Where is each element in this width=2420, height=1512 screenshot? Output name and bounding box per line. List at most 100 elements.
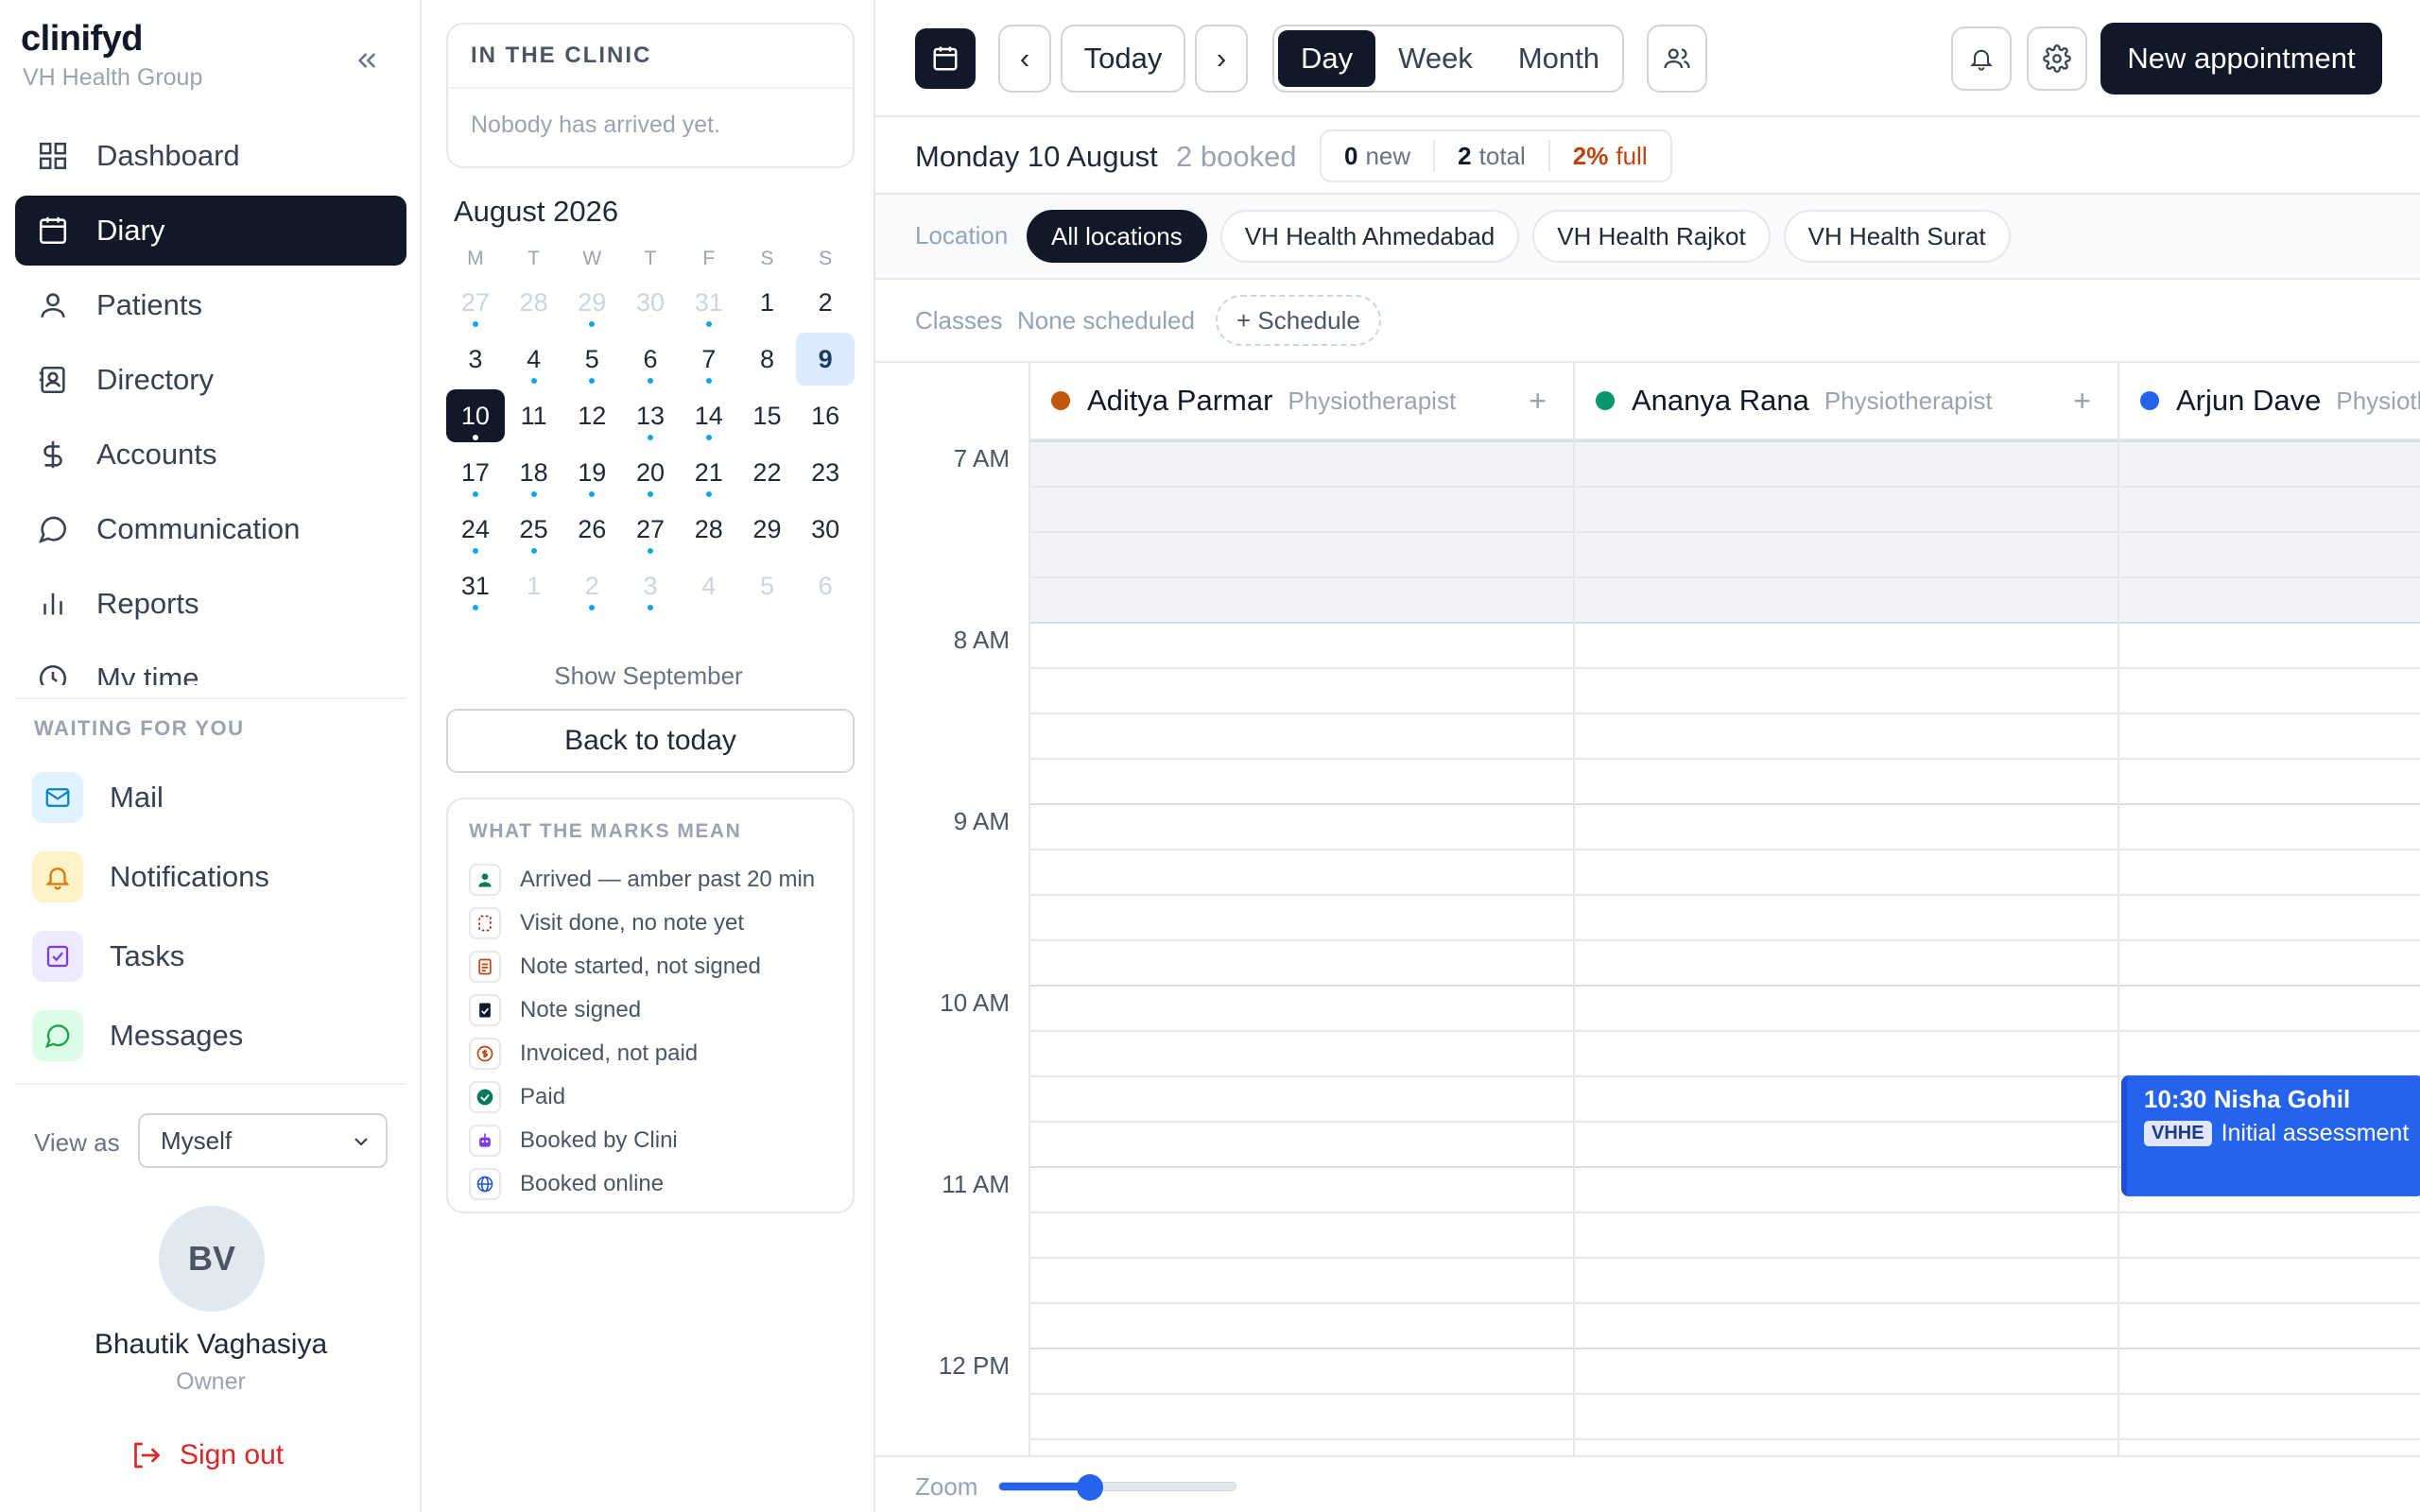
next-day-button[interactable]: › <box>1195 25 1248 93</box>
app-logo[interactable]: clinifyd <box>21 19 144 60</box>
time-slot[interactable] <box>1028 758 2420 803</box>
calendar-day[interactable]: 8 <box>738 333 797 386</box>
practitioners-button[interactable] <box>1647 25 1707 93</box>
view-as-select[interactable]: Myself <box>138 1113 388 1168</box>
show-next-month-link[interactable]: Show September <box>422 662 875 691</box>
time-slot[interactable] <box>1028 1393 2420 1438</box>
calendar-day[interactable]: 22 <box>738 446 797 499</box>
notifications-button[interactable] <box>1951 26 2012 91</box>
calendar-toggle-button[interactable] <box>915 28 976 89</box>
add-appointment-icon[interactable]: + <box>2073 384 2091 419</box>
calendar-day[interactable]: 27 <box>446 276 505 329</box>
time-slot[interactable] <box>1028 713 2420 758</box>
view-month-tab[interactable]: Month <box>1495 30 1622 87</box>
calendar-day[interactable]: 11 <box>505 389 563 442</box>
calendar-day[interactable]: 3 <box>621 559 680 612</box>
time-slot[interactable] <box>1028 1348 2420 1393</box>
time-slot[interactable] <box>1028 849 2420 894</box>
add-appointment-icon[interactable]: + <box>1529 384 1547 419</box>
nav-item-dashboard[interactable]: Dashboard <box>15 121 406 191</box>
time-slot[interactable] <box>1028 1257 2420 1302</box>
calendar-day[interactable]: 19 <box>562 446 621 499</box>
collapse-sidebar-icon[interactable] <box>346 40 388 81</box>
calendar-day[interactable]: 1 <box>738 276 797 329</box>
appointment-card[interactable]: 10:30 Nisha Gohil VHHE Initial assessment <box>2121 1075 2420 1196</box>
time-slot[interactable] <box>1028 622 2420 667</box>
avatar[interactable]: BV <box>159 1206 265 1312</box>
calendar-day[interactable]: 15 <box>738 389 797 442</box>
calendar-day[interactable]: 21 <box>680 446 738 499</box>
calendar-day[interactable]: 28 <box>505 276 563 329</box>
back-to-today-button[interactable]: Back to today <box>446 709 855 773</box>
calendar-day[interactable]: 30 <box>621 276 680 329</box>
calendar-day[interactable]: 23 <box>796 446 855 499</box>
waiting-item-mail[interactable]: Mail <box>32 758 401 837</box>
calendar-day[interactable]: 4 <box>505 333 563 386</box>
calendar-day[interactable]: 6 <box>796 559 855 612</box>
new-appointment-button[interactable]: New appointment <box>2100 23 2382 94</box>
calendar-day[interactable]: 3 <box>446 333 505 386</box>
calendar-day[interactable]: 25 <box>505 503 563 556</box>
calendar-day[interactable]: 20 <box>621 446 680 499</box>
sign-out-button[interactable]: Sign out <box>129 1438 284 1472</box>
calendar-day[interactable]: 28 <box>680 503 738 556</box>
calendar-day[interactable]: 29 <box>738 503 797 556</box>
time-slot[interactable] <box>1028 1030 2420 1075</box>
nav-item-communication[interactable]: Communication <box>15 494 406 564</box>
calendar-day-today[interactable]: 9 <box>796 333 856 386</box>
nav-item-diary[interactable]: Diary <box>15 196 406 266</box>
time-slot-closed[interactable] <box>1028 486 2420 531</box>
time-slot[interactable] <box>1028 939 2420 985</box>
calendar-day[interactable]: 24 <box>446 503 505 556</box>
location-chip-rajkot[interactable]: VH Health Rajkot <box>1532 210 1771 263</box>
time-slot[interactable] <box>1028 894 2420 939</box>
today-button[interactable]: Today <box>1061 25 1185 93</box>
calendar-day[interactable]: 29 <box>562 276 621 329</box>
waiting-item-tasks[interactable]: Tasks <box>32 917 401 996</box>
zoom-slider[interactable] <box>998 1474 1236 1501</box>
calendar-day[interactable]: 2 <box>562 559 621 612</box>
view-week-tab[interactable]: Week <box>1375 30 1495 87</box>
time-slot[interactable] <box>1028 667 2420 713</box>
location-chip-surat[interactable]: VH Health Surat <box>1783 210 2011 263</box>
calendar-day[interactable]: 30 <box>796 503 855 556</box>
nav-item-my-time[interactable]: My time <box>15 644 406 685</box>
practitioner-name[interactable]: Arjun Dave <box>2176 384 2321 418</box>
nav-item-directory[interactable]: Directory <box>15 345 406 415</box>
location-chip-all[interactable]: All locations <box>1027 210 1207 263</box>
settings-button[interactable] <box>2027 26 2087 91</box>
time-slot-closed[interactable] <box>1028 440 2420 486</box>
calendar-day[interactable]: 7 <box>680 333 738 386</box>
nav-item-accounts[interactable]: Accounts <box>15 420 406 490</box>
time-slot[interactable] <box>1028 1211 2420 1257</box>
calendar-day[interactable]: 5 <box>738 559 797 612</box>
calendar-day[interactable]: 16 <box>796 389 855 442</box>
calendar-day[interactable]: 12 <box>562 389 621 442</box>
zoom-slider-handle[interactable] <box>1076 1474 1103 1501</box>
time-slot-closed[interactable] <box>1028 576 2420 622</box>
time-slot-closed[interactable] <box>1028 531 2420 576</box>
calendar-day-selected[interactable]: 10 <box>446 389 505 442</box>
calendar-day[interactable]: 17 <box>446 446 505 499</box>
location-chip-ahmedabad[interactable]: VH Health Ahmedabad <box>1219 210 1520 263</box>
calendar-day[interactable]: 14 <box>680 389 738 442</box>
view-day-tab[interactable]: Day <box>1278 30 1376 87</box>
calendar-day[interactable]: 4 <box>680 559 738 612</box>
practitioner-name[interactable]: Ananya Rana <box>1632 384 1809 418</box>
time-slot[interactable] <box>1028 803 2420 849</box>
nav-item-reports[interactable]: Reports <box>15 569 406 639</box>
calendar-day[interactable]: 1 <box>505 559 563 612</box>
calendar-day[interactable]: 13 <box>621 389 680 442</box>
practitioner-name[interactable]: Aditya Parmar <box>1087 384 1272 418</box>
calendar-day[interactable]: 27 <box>621 503 680 556</box>
waiting-item-notifications[interactable]: Notifications <box>32 837 401 917</box>
calendar-day[interactable]: 2 <box>796 276 855 329</box>
time-slot[interactable] <box>1028 985 2420 1030</box>
time-slot[interactable] <box>1028 1438 2420 1455</box>
waiting-item-messages[interactable]: Messages <box>32 996 401 1075</box>
time-slot[interactable] <box>1028 1302 2420 1348</box>
previous-day-button[interactable]: ‹ <box>998 25 1051 93</box>
calendar-day[interactable]: 5 <box>562 333 621 386</box>
calendar-day[interactable]: 26 <box>562 503 621 556</box>
nav-item-patients[interactable]: Patients <box>15 270 406 340</box>
